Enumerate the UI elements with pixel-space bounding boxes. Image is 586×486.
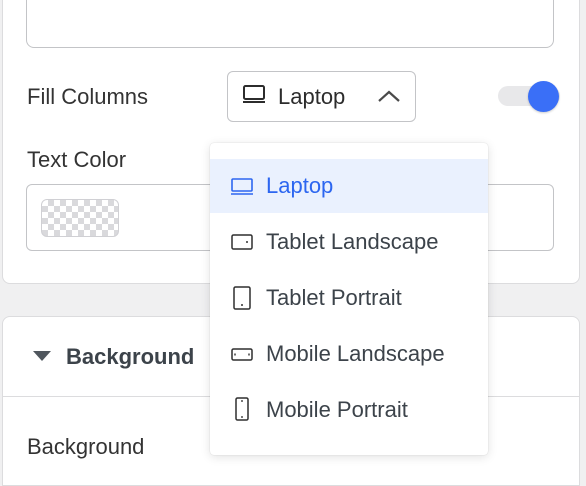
device-option-label: Mobile Portrait	[266, 397, 408, 422]
device-option-tablet-landscape[interactable]: Tablet Landscape	[210, 215, 488, 269]
laptop-icon	[230, 173, 254, 199]
device-option-tablet-portrait[interactable]: Tablet Portrait	[210, 271, 488, 325]
device-select[interactable]: Laptop	[227, 71, 416, 122]
tablet-portrait-icon	[230, 285, 254, 311]
tablet-landscape-icon	[230, 229, 254, 255]
background-field-label: Background	[27, 434, 145, 459]
device-option-label: Tablet Portrait	[266, 285, 402, 310]
toggle-knob	[528, 81, 559, 112]
device-option-label: Tablet Landscape	[266, 229, 439, 254]
mobile-portrait-icon	[230, 397, 254, 423]
device-option-laptop[interactable]: Laptop	[210, 159, 488, 213]
chevron-up-icon	[377, 88, 401, 109]
device-option-label: Mobile Landscape	[266, 341, 445, 366]
background-section-title: Background	[66, 344, 195, 369]
device-option-label: Laptop	[266, 173, 334, 198]
device-select-value: Laptop	[278, 83, 346, 109]
text-color-label: Text Color	[27, 147, 127, 172]
fill-columns-label: Fill Columns	[27, 84, 149, 109]
caret-down-icon	[32, 349, 52, 368]
color-swatch[interactable]	[41, 199, 119, 237]
fill-columns-toggle[interactable]	[498, 81, 560, 112]
text-area-field[interactable]	[26, 0, 554, 48]
laptop-icon	[242, 84, 266, 109]
mobile-landscape-icon	[230, 341, 254, 367]
device-option-mobile-portrait[interactable]: Mobile Portrait	[210, 383, 488, 437]
device-dropdown-menu: Laptop Tablet Landscape Tablet Portrait	[210, 143, 488, 455]
device-option-mobile-landscape[interactable]: Mobile Landscape	[210, 327, 488, 381]
